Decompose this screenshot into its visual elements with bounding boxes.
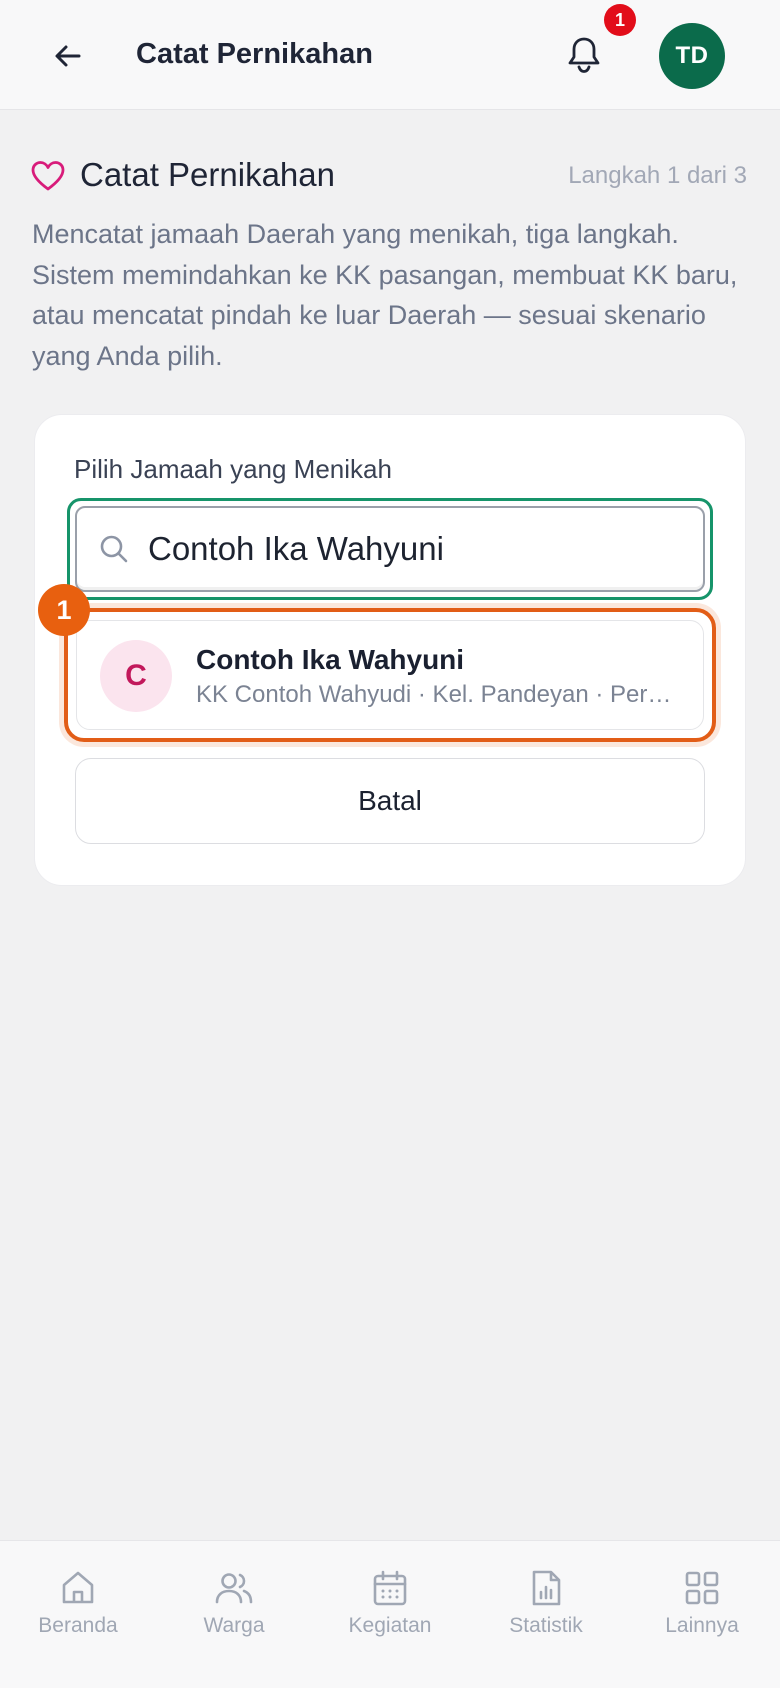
heart-icon	[31, 161, 65, 191]
description-text: Mencatat jamaah Daerah yang menikah, tig…	[32, 219, 738, 371]
bell-icon	[568, 37, 600, 73]
screen: Catat Pernikahan 1 TD Catat Pernikahan L…	[0, 0, 780, 1688]
grid-icon	[685, 1571, 719, 1605]
users-icon	[215, 1573, 253, 1604]
nav-item-warga[interactable]: Warga	[174, 1568, 294, 1638]
cancel-button[interactable]: Batal	[75, 758, 705, 844]
report-icon	[532, 1570, 561, 1606]
nav-label: Statistik	[509, 1614, 583, 1637]
nav-item-beranda[interactable]: Beranda	[18, 1568, 138, 1638]
notification-button[interactable]	[560, 30, 608, 82]
search-value[interactable]: Contoh Ika Wahyuni	[148, 530, 444, 568]
home-icon	[62, 1571, 94, 1604]
nav-label: Kegiatan	[348, 1614, 432, 1637]
nav-item-lainnya[interactable]: Lainnya	[642, 1568, 762, 1638]
result-name[interactable]: Contoh Ika Wahyuni	[196, 644, 464, 676]
notification-badge: 1	[604, 4, 636, 36]
nav-label: Beranda	[38, 1614, 118, 1637]
calendar-icon	[373, 1570, 407, 1606]
nav-label: Warga	[203, 1614, 265, 1637]
field-label: Pilih Jamaah yang Menikah	[74, 454, 392, 484]
back-button[interactable]	[44, 32, 92, 80]
nav-item-kegiatan[interactable]: Kegiatan	[330, 1568, 450, 1638]
user-avatar[interactable]: TD	[659, 23, 725, 89]
nav-label: Lainnya	[665, 1614, 739, 1637]
step-marker-badge: 1	[38, 584, 90, 636]
nav-item-statistik[interactable]: Statistik	[486, 1568, 606, 1638]
app-header: Catat Pernikahan 1 TD	[0, 0, 780, 110]
result-subtitle: KK Contoh Wahyudi · Kel. Pandeyan · Pere…	[196, 681, 680, 708]
search-icon	[100, 535, 128, 563]
page-title: Catat Pernikahan	[136, 38, 373, 70]
result-avatar: C	[100, 640, 172, 712]
arrow-left-icon	[55, 45, 81, 67]
step-indicator: Langkah 1 dari 3	[568, 162, 747, 189]
section-title: Catat Pernikahan	[80, 156, 335, 193]
